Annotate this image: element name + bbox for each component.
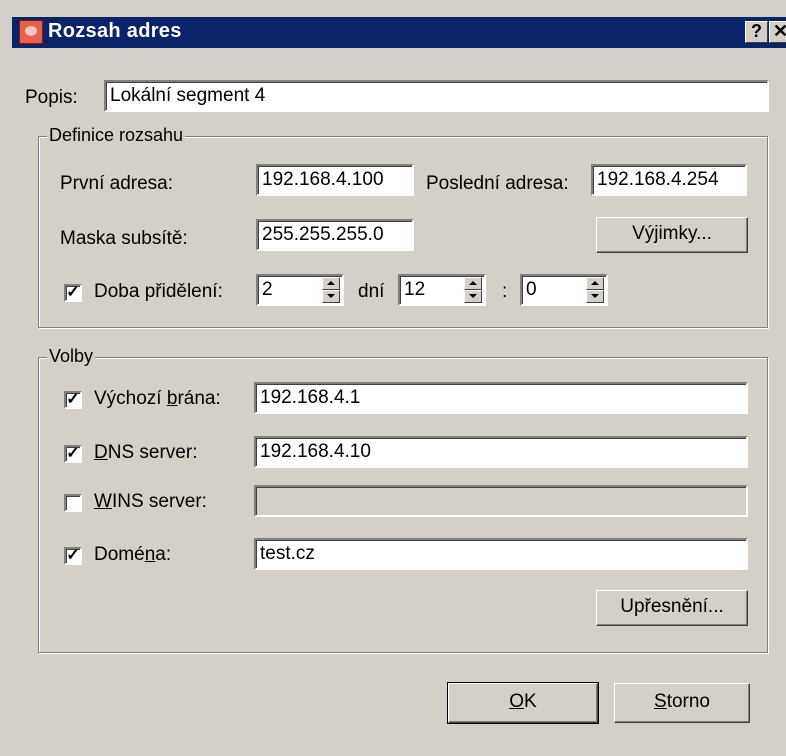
dns-label: DNS server: [94, 442, 198, 463]
spin-up-icon[interactable] [586, 277, 604, 290]
title-bar[interactable]: Rozsah adres ? ✕ [12, 17, 786, 48]
last-address-label: Poslední adresa: [426, 173, 569, 194]
wins-field [254, 485, 748, 517]
options-title: Volby [47, 346, 96, 367]
cancel-button[interactable]: Storno [614, 683, 750, 723]
description-field[interactable]: Lokální segment 4 [104, 80, 769, 112]
close-button[interactable]: ✕ [769, 21, 786, 43]
spin-down-icon[interactable] [322, 290, 340, 303]
advanced-button[interactable]: Upřesnění... [596, 590, 748, 626]
address-range-dialog: Rozsah adres ? ✕ Popis: Lokální segment … [0, 0, 786, 756]
exceptions-button[interactable]: Výjimky... [596, 217, 748, 253]
last-address-field[interactable]: 192.168.4.254 [591, 164, 747, 196]
spin-up-icon[interactable] [322, 277, 340, 290]
days-label: dní [358, 281, 385, 302]
window-title: Rozsah adres [48, 20, 182, 42]
dialog-body: Popis: Lokální segment 4 Definice rozsah… [12, 48, 786, 756]
gateway-checkbox[interactable]: ✓ [64, 391, 82, 409]
lease-days-spinner[interactable] [322, 277, 340, 303]
spin-up-icon[interactable] [464, 277, 482, 290]
first-address-label: První adresa: [60, 173, 173, 194]
lease-checkbox[interactable]: ✓ [64, 284, 82, 302]
wins-label: WINS server: [94, 491, 207, 512]
wins-checkbox[interactable] [64, 494, 82, 512]
spin-down-icon[interactable] [586, 290, 604, 303]
subnet-mask-field[interactable]: 255.255.255.0 [256, 219, 414, 251]
description-label: Popis: [25, 87, 78, 108]
gateway-field[interactable]: 192.168.4.1 [254, 382, 748, 414]
lease-minutes-spinner[interactable] [586, 277, 604, 303]
time-separator: : [502, 281, 508, 302]
gateway-label: Výchozí brána: [94, 388, 221, 409]
first-address-field[interactable]: 192.168.4.100 [256, 164, 414, 196]
range-definition-title: Definice rozsahu [47, 125, 186, 146]
lease-label: Doba přidělení: [94, 281, 223, 302]
dns-field[interactable]: 192.168.4.10 [254, 436, 748, 468]
help-button[interactable]: ? [745, 21, 768, 43]
lease-hours-spinner[interactable] [464, 277, 482, 303]
subnet-mask-label: Maska subsítě: [60, 228, 188, 249]
domain-checkbox[interactable]: ✓ [64, 547, 82, 565]
dns-checkbox[interactable]: ✓ [64, 445, 82, 463]
ok-button[interactable]: OK [447, 682, 599, 724]
domain-label: Doména: [94, 544, 172, 565]
app-icon [19, 20, 43, 44]
domain-field[interactable]: test.cz [254, 538, 748, 570]
spin-down-icon[interactable] [464, 290, 482, 303]
